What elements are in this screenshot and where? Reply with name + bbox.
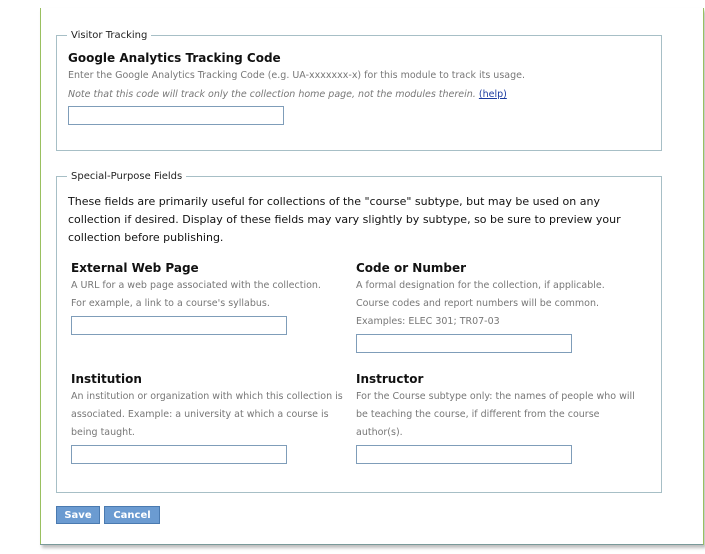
ga-tracking-note-text: Note that this code will track only the … — [68, 89, 476, 100]
instructor-description: For the Course subtype only: the names o… — [356, 391, 635, 438]
ga-tracking-heading: Google Analytics Tracking Code — [68, 51, 281, 65]
help-link[interactable]: (help) — [479, 89, 507, 100]
institution-description: An institution or organization with whic… — [71, 391, 343, 438]
external-web-page-input[interactable] — [71, 316, 287, 335]
instructor-input[interactable] — [356, 445, 572, 464]
code-or-number-description: A formal designation for the collection,… — [356, 280, 605, 327]
external-web-page-heading: External Web Page — [71, 261, 199, 275]
instructor-heading: Instructor — [356, 372, 424, 386]
code-or-number-heading: Code or Number — [356, 261, 467, 275]
external-web-page-description: A URL for a web page associated with the… — [71, 280, 321, 309]
ga-tracking-note: Note that this code will track only the … — [68, 86, 658, 104]
code-or-number-input[interactable] — [356, 334, 572, 353]
special-purpose-intro: These fields are primarily useful for co… — [68, 195, 621, 244]
visitor-tracking-legend: Visitor Tracking — [71, 30, 148, 41]
ga-tracking-description: Enter the Google Analytics Tracking Code… — [68, 70, 525, 81]
save-button[interactable]: Save — [56, 506, 100, 524]
cancel-button[interactable]: Cancel — [104, 506, 160, 524]
frame-bottom-border — [40, 544, 703, 545]
ga-tracking-input[interactable] — [68, 106, 284, 125]
special-purpose-legend: Special-Purpose Fields — [71, 171, 183, 182]
institution-heading: Institution — [71, 372, 142, 386]
institution-input[interactable] — [71, 445, 287, 464]
